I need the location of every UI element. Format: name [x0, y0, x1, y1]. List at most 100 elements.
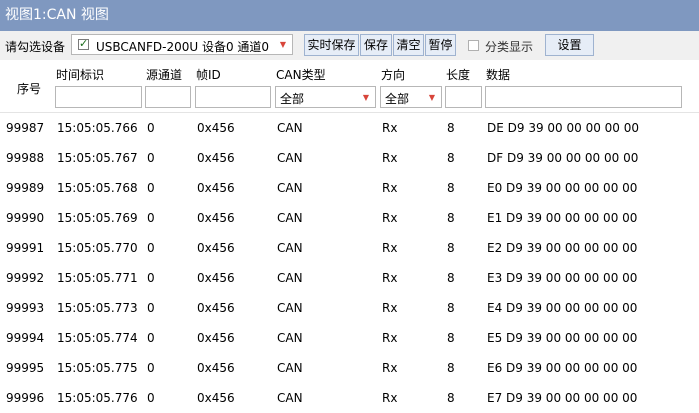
- pause-button[interactable]: 暂停: [425, 34, 456, 56]
- table-row[interactable]: 99990 15:05:05.769 0 0x456 CAN Rx 8 E1 D…: [0, 203, 699, 233]
- cell-index: 99988: [6, 151, 45, 165]
- cell-timestamp: 15:05:05.774: [57, 331, 138, 345]
- cell-frame-id: 0x456: [197, 181, 235, 195]
- cell-data: DE D9 39 00 00 00 00 00: [487, 121, 640, 135]
- cell-length: 8: [447, 271, 455, 285]
- cell-length: 8: [447, 391, 455, 405]
- cell-timestamp: 15:05:05.769: [57, 211, 138, 225]
- table-row[interactable]: 99989 15:05:05.768 0 0x456 CAN Rx 8 E0 D…: [0, 173, 699, 203]
- classify-checkbox[interactable]: [468, 40, 479, 51]
- cell-length: 8: [447, 241, 455, 255]
- cell-length: 8: [447, 211, 455, 225]
- cell-timestamp: 15:05:05.771: [57, 271, 138, 285]
- cell-can-type: CAN: [277, 121, 303, 135]
- device-select[interactable]: USBCANFD-200U 设备0 通道0 ▼: [71, 34, 293, 55]
- column-header-source-channel: 源通道: [146, 68, 183, 82]
- table-row[interactable]: 99992 15:05:05.771 0 0x456 CAN Rx 8 E3 D…: [0, 263, 699, 293]
- cell-can-type: CAN: [277, 391, 303, 405]
- cell-length: 8: [447, 361, 455, 375]
- cell-can-type: CAN: [277, 151, 303, 165]
- table-row[interactable]: 99996 15:05:05.776 0 0x456 CAN Rx 8 E7 D…: [0, 383, 699, 413]
- can-type-filter-select[interactable]: 全部 ▼: [275, 86, 376, 108]
- device-name: USBCANFD-200U 设备0 通道0: [96, 40, 270, 54]
- direction-filter-select[interactable]: 全部 ▼: [380, 86, 442, 108]
- cell-direction: Rx: [382, 211, 398, 225]
- toolbar: 请勾选设备 USBCANFD-200U 设备0 通道0 ▼ 实时保存 保存 清空…: [0, 31, 699, 60]
- cell-index: 99995: [6, 361, 45, 375]
- realtime-save-button[interactable]: 实时保存: [304, 34, 359, 56]
- cell-timestamp: 15:05:05.775: [57, 361, 138, 375]
- cell-direction: Rx: [382, 181, 398, 195]
- cell-direction: Rx: [382, 121, 398, 135]
- cell-frame-id: 0x456: [197, 301, 235, 315]
- dropdown-arrow-icon[interactable]: ▼: [280, 40, 286, 49]
- cell-source-channel: 0: [147, 181, 155, 195]
- column-header-can-type: CAN类型: [276, 68, 326, 82]
- table-row[interactable]: 99993 15:05:05.773 0 0x456 CAN Rx 8 E4 D…: [0, 293, 699, 323]
- cell-length: 8: [447, 151, 455, 165]
- table-row[interactable]: 99994 15:05:05.774 0 0x456 CAN Rx 8 E5 D…: [0, 323, 699, 353]
- cell-index: 99989: [6, 181, 45, 195]
- cell-index: 99991: [6, 241, 45, 255]
- cell-direction: Rx: [382, 301, 398, 315]
- column-header-length: 长度: [446, 68, 471, 82]
- table-row[interactable]: 99987 15:05:05.766 0 0x456 CAN Rx 8 DE D…: [0, 113, 699, 143]
- save-button[interactable]: 保存: [360, 34, 392, 56]
- cell-source-channel: 0: [147, 391, 155, 405]
- cell-length: 8: [447, 301, 455, 315]
- cell-length: 8: [447, 331, 455, 345]
- table-row[interactable]: 99991 15:05:05.770 0 0x456 CAN Rx 8 E2 D…: [0, 233, 699, 263]
- cell-timestamp: 15:05:05.770: [57, 241, 138, 255]
- cell-direction: Rx: [382, 151, 398, 165]
- cell-timestamp: 15:05:05.776: [57, 391, 138, 405]
- cell-timestamp: 15:05:05.766: [57, 121, 138, 135]
- cell-data: E7 D9 39 00 00 00 00 00: [487, 391, 638, 405]
- source-channel-filter-input[interactable]: [145, 86, 191, 108]
- cell-source-channel: 0: [147, 271, 155, 285]
- cell-can-type: CAN: [277, 361, 303, 375]
- cell-length: 8: [447, 181, 455, 195]
- table-row[interactable]: 99995 15:05:05.775 0 0x456 CAN Rx 8 E6 D…: [0, 353, 699, 383]
- device-checkbox[interactable]: [78, 37, 89, 50]
- length-filter-input[interactable]: [445, 86, 482, 108]
- cell-frame-id: 0x456: [197, 121, 235, 135]
- cell-index: 99994: [6, 331, 45, 345]
- settings-button[interactable]: 设置: [545, 34, 594, 56]
- table-row[interactable]: 99988 15:05:05.767 0 0x456 CAN Rx 8 DF D…: [0, 143, 699, 173]
- cell-data: E1 D9 39 00 00 00 00 00: [487, 211, 638, 225]
- cell-source-channel: 0: [147, 361, 155, 375]
- cell-data: E5 D9 39 00 00 00 00 00: [487, 331, 638, 345]
- cell-can-type: CAN: [277, 301, 303, 315]
- cell-index: 99987: [6, 121, 45, 135]
- cell-direction: Rx: [382, 331, 398, 345]
- cell-source-channel: 0: [147, 301, 155, 315]
- cell-direction: Rx: [382, 361, 398, 375]
- data-filter-input[interactable]: [485, 86, 682, 108]
- cell-can-type: CAN: [277, 211, 303, 225]
- window-title-bar: 视图1:CAN 视图: [0, 0, 699, 31]
- cell-can-type: CAN: [277, 331, 303, 345]
- clear-button[interactable]: 清空: [393, 34, 424, 56]
- cell-timestamp: 15:05:05.767: [57, 151, 138, 165]
- cell-index: 99993: [6, 301, 45, 315]
- cell-frame-id: 0x456: [197, 241, 235, 255]
- cell-data: E0 D9 39 00 00 00 00 00: [487, 181, 638, 195]
- direction-filter-value: 全部: [385, 92, 410, 106]
- dropdown-arrow-icon[interactable]: ▼: [429, 93, 435, 102]
- column-header-direction: 方向: [381, 68, 406, 82]
- dropdown-arrow-icon[interactable]: ▼: [363, 93, 369, 102]
- timestamp-filter-input[interactable]: [55, 86, 142, 108]
- cell-data: E3 D9 39 00 00 00 00 00: [487, 271, 638, 285]
- frame-id-filter-input[interactable]: [195, 86, 271, 108]
- cell-source-channel: 0: [147, 121, 155, 135]
- cell-frame-id: 0x456: [197, 361, 235, 375]
- cell-index: 99990: [6, 211, 45, 225]
- cell-can-type: CAN: [277, 241, 303, 255]
- window-title: 视图1:CAN 视图: [5, 7, 109, 23]
- cell-frame-id: 0x456: [197, 391, 235, 405]
- cell-direction: Rx: [382, 271, 398, 285]
- can-type-filter-value: 全部: [280, 92, 305, 106]
- column-header-timestamp: 时间标识: [56, 68, 105, 82]
- cell-frame-id: 0x456: [197, 271, 235, 285]
- cell-timestamp: 15:05:05.768: [57, 181, 138, 195]
